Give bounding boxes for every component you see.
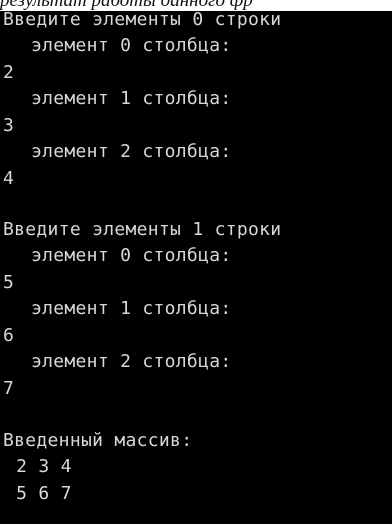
- console-line-input-7: 7: [3, 378, 15, 399]
- console-line-matrix-row-1: 5 6 7: [5, 483, 72, 504]
- console-line-input-6: 6: [3, 325, 15, 346]
- console-window: Введите элементы 0 строки элемент 0 стол…: [0, 9, 392, 524]
- console-line-col2-prompt: элемент 2 столбца:: [31, 141, 232, 162]
- screenshot-page: результат работы данного фр Введите элем…: [0, 0, 392, 524]
- console-line-input-5: 5: [3, 272, 15, 293]
- console-line-input-3: 3: [3, 115, 15, 136]
- console-line-matrix-row-0: 2 3 4: [5, 456, 72, 477]
- console-line-input-4: 4: [3, 168, 15, 189]
- console-line-result-heading: Введенный массив:: [3, 430, 193, 451]
- console-line-col1-prompt-2: элемент 1 столбца:: [31, 298, 232, 319]
- console-line-row0-prompt: Введите элементы 0 строки: [3, 9, 282, 30]
- console-line-input-2: 2: [3, 62, 15, 83]
- console-line-col1-prompt: элемент 1 столбца:: [31, 88, 232, 109]
- document-caption-fragment: результат работы данного фр: [0, 0, 392, 11]
- console-line-col2-prompt-2: элемент 2 столбца:: [31, 351, 232, 372]
- console-line-col0-prompt: элемент 0 столбца:: [31, 35, 232, 56]
- console-line-row1-prompt: Введите элементы 1 строки: [3, 219, 282, 240]
- console-line-col0-prompt-2: элемент 0 столбца:: [31, 245, 232, 266]
